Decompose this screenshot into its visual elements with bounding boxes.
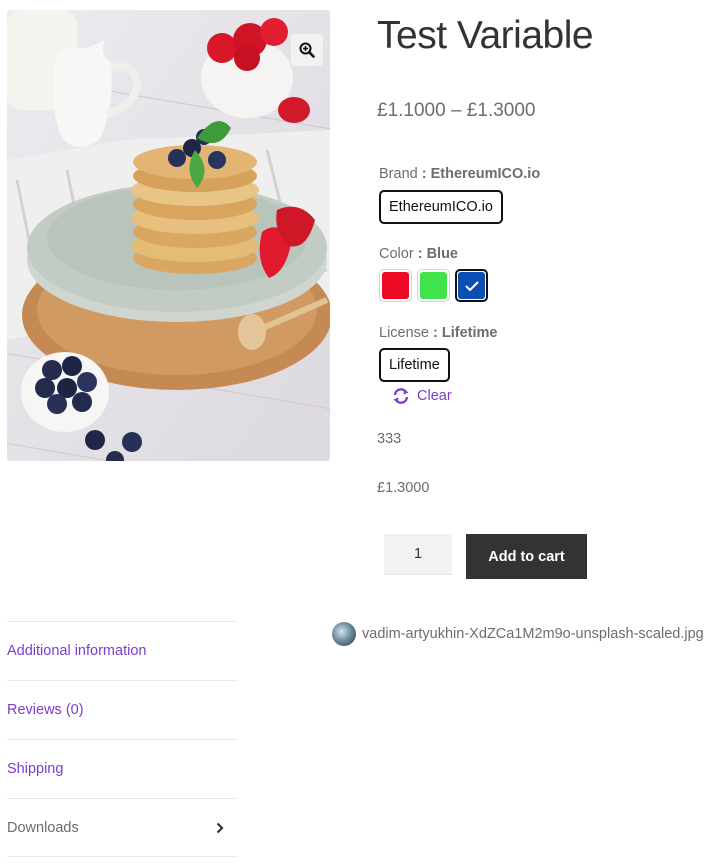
- license-label: License : Lifetime: [379, 325, 497, 341]
- product-image[interactable]: [7, 10, 330, 461]
- tab-label: Shipping: [7, 761, 64, 777]
- refresh-icon: [393, 388, 409, 404]
- tab-downloads[interactable]: Downloads: [7, 798, 238, 857]
- attachment-thumbnail: [332, 622, 356, 646]
- tab-label: Reviews (0): [7, 702, 84, 718]
- price-range: £1.1000 – £1.3000: [377, 100, 536, 121]
- product-photo: [7, 10, 330, 461]
- license-label-text: License: [379, 325, 429, 341]
- tab-reviews[interactable]: Reviews (0): [7, 680, 238, 739]
- brand-separator: :: [421, 166, 427, 182]
- color-swatch-green[interactable]: [417, 269, 450, 302]
- tab-shipping[interactable]: Shipping: [7, 739, 238, 798]
- zoom-button[interactable]: [291, 34, 323, 66]
- brand-label-text: Brand: [379, 166, 418, 182]
- attachment-filename: vadim-artyukhin-XdZCa1M2m9o-unsplash-sca…: [362, 626, 704, 642]
- tab-label: Downloads: [7, 819, 79, 836]
- brand-selected-value: EthereumICO.io: [430, 166, 541, 182]
- color-selected-value: Blue: [426, 246, 458, 262]
- add-to-cart-button[interactable]: Add to cart: [466, 534, 587, 579]
- license-separator: :: [433, 325, 438, 341]
- variation-price: £1.3000: [377, 480, 430, 496]
- product-tabs: Additional information Reviews (0) Shipp…: [7, 621, 238, 857]
- color-separator: :: [417, 246, 423, 262]
- license-selected-value: Lifetime: [441, 325, 498, 341]
- color-label-text: Color: [379, 246, 414, 262]
- chevron-right-icon: [216, 822, 224, 833]
- color-fill-red: [382, 272, 409, 299]
- zoom-in-icon: [299, 42, 315, 58]
- check-icon: [464, 280, 479, 291]
- tab-label: Additional information: [7, 643, 147, 659]
- clear-button[interactable]: Clear: [392, 388, 452, 404]
- color-swatch-blue[interactable]: [455, 269, 488, 302]
- product-title: Test Variable: [377, 14, 594, 57]
- color-fill-green: [420, 272, 447, 299]
- tab-additional-information[interactable]: Additional information: [7, 621, 238, 680]
- color-swatch-red[interactable]: [379, 269, 412, 302]
- license-swatch-lifetime[interactable]: Lifetime: [379, 348, 450, 382]
- color-label: Color : Blue: [379, 246, 458, 262]
- download-attachment[interactable]: vadim-artyukhin-XdZCa1M2m9o-unsplash-sca…: [332, 622, 704, 646]
- brand-swatch-ethereumico[interactable]: EthereumICO.io: [379, 190, 503, 224]
- clear-label: Clear: [417, 388, 452, 404]
- stock-count: 333: [377, 431, 402, 447]
- quantity-input[interactable]: [384, 534, 452, 575]
- color-fill-blue: [458, 272, 485, 299]
- brand-label: Brand : EthereumICO.io: [379, 166, 540, 182]
